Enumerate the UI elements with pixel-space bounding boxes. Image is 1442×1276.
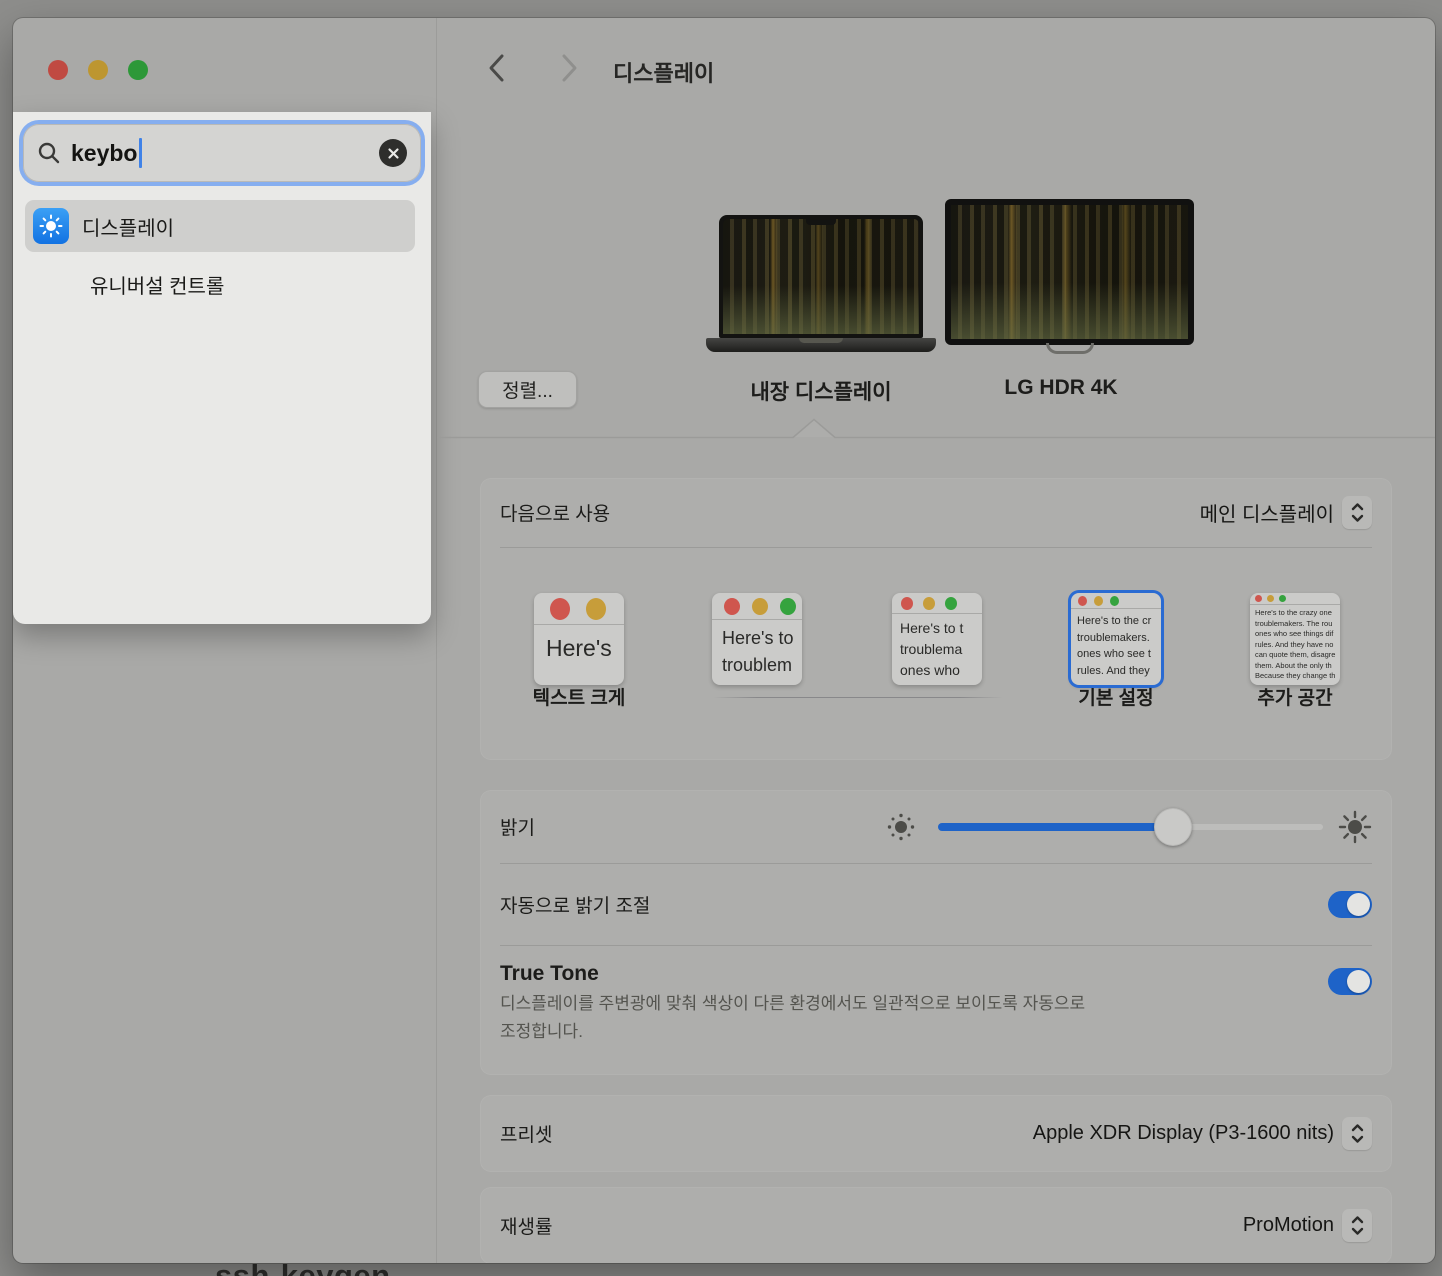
wallpaper-preview <box>951 205 1188 339</box>
scaling-option-2[interactable]: Here's to troublem <box>712 593 802 685</box>
search-result-universal-control[interactable]: 유니버설 컨트롤 <box>90 264 224 304</box>
system-settings-window: keybo <box>13 18 1435 1263</box>
search-result-label: 유니버설 컨트롤 <box>90 270 224 299</box>
use-as-value: 메인 디스플레이 <box>1200 498 1334 527</box>
monitor-stand <box>1046 343 1094 354</box>
lg-display-label: LG HDR 4K <box>931 376 1191 400</box>
scaling-label-larger-text: 텍스트 크게 <box>499 683 659 710</box>
divider <box>500 547 1372 548</box>
preset-label: 프리셋 <box>500 1120 552 1147</box>
clear-search-button[interactable] <box>379 139 407 167</box>
brightness-label: 밝기 <box>500 813 535 840</box>
brightness-knob[interactable] <box>1154 808 1192 846</box>
display-thumbnail-lg-hdr-4k[interactable] <box>945 199 1194 354</box>
back-button[interactable] <box>484 52 510 84</box>
scaling-separator-line <box>713 697 1003 698</box>
refresh-rate-card: 재생률 ProMotion <box>480 1187 1392 1263</box>
traffic-light-icon <box>1279 595 1286 602</box>
page-title: 디스플레이 <box>613 56 714 88</box>
auto-brightness-toggle[interactable] <box>1328 891 1372 918</box>
traffic-light-icon <box>1110 596 1119 606</box>
use-as-label: 다음으로 사용 <box>500 499 610 526</box>
scaling-label-default: 기본 설정 <box>1036 683 1196 710</box>
text-cursor <box>139 138 142 168</box>
selected-display-pointer <box>437 418 1435 456</box>
search-query-text: keybo <box>71 140 137 167</box>
scaling-option-default[interactable]: Here's to the cr troublemakers. ones who… <box>1071 593 1161 685</box>
display-thumbnail-builtin[interactable] <box>706 215 936 352</box>
builtin-display-label: 내장 디스플레이 <box>691 376 951 406</box>
traffic-light-icon <box>901 597 913 610</box>
scaling-option-3[interactable]: Here's to t troublema ones who <box>892 593 982 685</box>
true-tone-label: True Tone <box>500 962 599 985</box>
zoom-window-button[interactable] <box>128 60 148 80</box>
arrange-displays-button[interactable]: 정렬... <box>478 371 577 408</box>
content-header: 디스플레이 <box>438 18 1435 112</box>
traffic-light-icon <box>1078 596 1087 606</box>
traffic-light-icon <box>780 598 796 615</box>
preset-card: 프리셋 Apple XDR Display (P3-1600 nits) <box>480 1095 1392 1172</box>
traffic-light-icon <box>550 598 570 620</box>
preset-dropdown[interactable] <box>1342 1117 1372 1150</box>
use-as-dropdown[interactable] <box>1342 496 1372 529</box>
refresh-rate-label: 재생률 <box>500 1212 552 1239</box>
search-results-popover: keybo <box>13 112 431 624</box>
sidebar: keybo <box>13 18 437 1263</box>
traffic-light-icon <box>724 598 740 615</box>
display-settings-icon <box>33 208 69 244</box>
traffic-light-icon <box>1267 595 1274 602</box>
scaling-label-more-space: 추가 공간 <box>1215 683 1375 710</box>
window-controls <box>48 60 148 80</box>
auto-brightness-label: 자동으로 밝기 조절 <box>500 891 650 918</box>
traffic-light-icon <box>1255 595 1262 602</box>
true-tone-description: 디스플레이를 주변광에 맞춰 색상이 다른 환경에서도 일관적으로 보이도록 자… <box>500 990 1085 1046</box>
refresh-rate-value: ProMotion <box>1243 1214 1334 1237</box>
wallpaper-preview <box>723 219 919 334</box>
brightness-slider[interactable] <box>938 808 1324 846</box>
search-icon <box>37 141 61 165</box>
forward-button[interactable] <box>556 52 582 84</box>
scaling-option-larger-text[interactable]: Here's <box>534 593 624 685</box>
traffic-light-icon <box>752 598 768 615</box>
search-result-label: 디스플레이 <box>82 212 174 241</box>
minimize-window-button[interactable] <box>88 60 108 80</box>
laptop-base <box>706 338 936 352</box>
brightness-fill <box>938 823 1173 831</box>
search-result-display[interactable]: 디스플레이 <box>25 200 415 252</box>
notch <box>806 219 836 225</box>
traffic-light-icon <box>923 597 935 610</box>
refresh-rate-dropdown[interactable] <box>1342 1209 1372 1242</box>
resolution-card: 다음으로 사용 메인 디스플레이 Here's <box>480 478 1392 760</box>
brightness-dim-icon <box>886 812 916 842</box>
preset-value: Apple XDR Display (P3-1600 nits) <box>1033 1122 1334 1145</box>
close-window-button[interactable] <box>48 60 68 80</box>
scaling-options: Here's Here's to troublem <box>480 593 1392 688</box>
traffic-light-icon <box>586 598 606 620</box>
brightness-bright-icon <box>1338 810 1372 844</box>
traffic-light-icon <box>945 597 957 610</box>
traffic-light-icon <box>1094 596 1103 606</box>
search-input[interactable]: keybo <box>23 124 421 182</box>
brightness-card: 밝기 <box>480 790 1392 1075</box>
true-tone-toggle[interactable] <box>1328 968 1372 995</box>
scaling-option-more-space[interactable]: Here's to the crazy one troublemakers. T… <box>1250 593 1340 685</box>
